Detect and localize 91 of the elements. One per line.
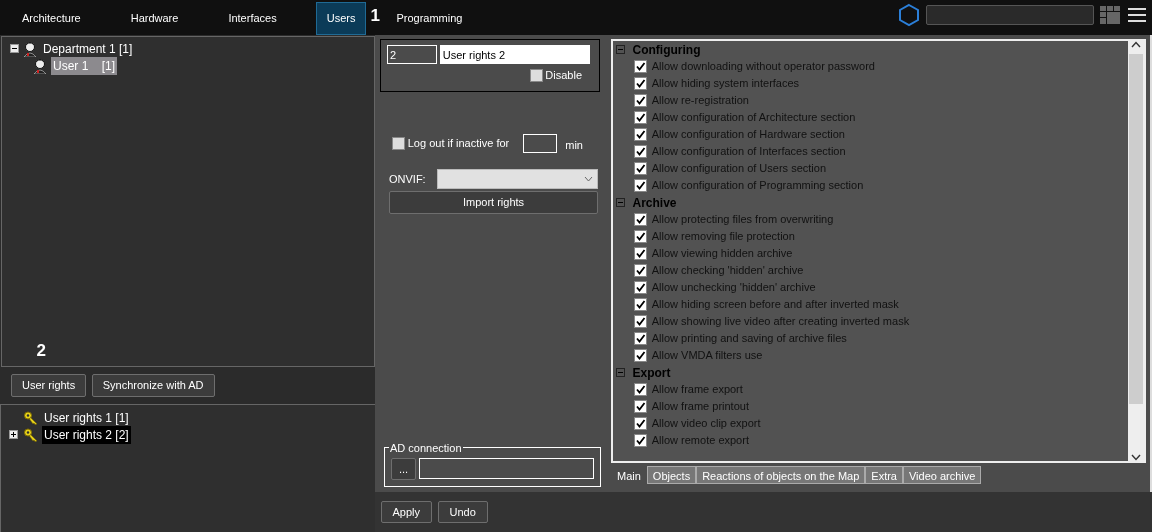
action-button[interactable]: Undo [437, 500, 488, 524]
permission-label: Allow configuration of Programming section [651, 178, 864, 194]
permission-label: Allow configuration of Users section [651, 161, 826, 177]
minutes-field[interactable] [523, 134, 557, 154]
permission-label: Allow configuration of Interfaces section [651, 144, 846, 160]
permission-checkbox[interactable] [633, 162, 647, 175]
permission-label: Allow removing file protection [651, 229, 795, 245]
permission-checkbox[interactable] [633, 111, 647, 124]
grid-icon[interactable] [1099, 4, 1121, 25]
tree-item[interactable]: User rights 1 [1] [42, 408, 131, 427]
annotation-number: 1 [370, 4, 380, 27]
permission-label: Allow VMDA filters use [651, 348, 763, 364]
permission-label: Allow re-registration [651, 93, 749, 109]
expander-icon[interactable] [10, 44, 19, 53]
permission-checkbox[interactable] [633, 264, 647, 277]
scroll-up-icon[interactable] [1131, 41, 1141, 48]
name-field[interactable]: User rights 2 [439, 45, 590, 64]
tree-item[interactable]: Department 1 [1] [41, 39, 135, 58]
permission-label: Allow frame printout [651, 399, 749, 415]
permission-label: Allow hiding screen before and after inverted mask [651, 297, 899, 313]
scroll-down-icon[interactable] [1131, 454, 1141, 461]
toolbar-button[interactable]: Synchronize with AD [91, 374, 215, 397]
permission-label: Allow printing and saving of archive files [651, 331, 847, 347]
checkbox-label: Log out if inactive for [407, 136, 510, 152]
group-heading: Configuring [632, 41, 701, 59]
permission-label: Allow downloading without operator password [651, 59, 875, 75]
user-icon [32, 57, 48, 74]
id-field[interactable]: 2 [387, 45, 437, 64]
group-heading: Archive [632, 194, 677, 212]
unit-label: min [565, 137, 583, 153]
menu-icon[interactable] [1126, 5, 1147, 24]
tree-item[interactable]: User rights 2 [2] [42, 425, 131, 444]
browse-button[interactable]: ... [391, 457, 417, 480]
permission-checkbox[interactable] [633, 60, 647, 73]
permission-label: Allow checking 'hidden' archive [651, 263, 804, 279]
permission-checkbox[interactable] [633, 298, 647, 311]
permission-label: Allow showing live video after creating inverted mask [651, 314, 910, 330]
permission-checkbox[interactable] [633, 434, 647, 447]
permission-label: Allow configuration of Architecture section [651, 110, 856, 126]
disable-checkbox[interactable] [529, 68, 543, 82]
key-icon [23, 427, 39, 442]
nav-tab[interactable]: Users [315, 2, 367, 35]
field-label: ONVIF: [389, 172, 426, 187]
logout-checkbox[interactable] [392, 137, 405, 151]
action-button[interactable]: Apply [380, 500, 433, 524]
permission-label: Allow remote export [651, 433, 749, 449]
permission-checkbox[interactable] [633, 417, 647, 430]
nav-tab[interactable]: Architecture [11, 2, 92, 35]
permission-checkbox[interactable] [633, 94, 647, 107]
chevron-down-icon [584, 176, 593, 183]
permission-checkbox[interactable] [633, 400, 647, 413]
permission-checkbox[interactable] [633, 332, 647, 345]
nav-tab[interactable]: Interfaces [217, 2, 288, 35]
permission-label: Allow unchecking 'hidden' archive [651, 280, 816, 296]
import-button[interactable]: Import rights [389, 191, 598, 214]
permission-checkbox[interactable] [633, 213, 647, 226]
tab[interactable]: Reactions of objects on the Map [696, 465, 866, 484]
annotation-number: 2 [35, 339, 46, 362]
key-icon [23, 410, 39, 425]
permission-checkbox[interactable] [633, 349, 647, 362]
onvif-dropdown[interactable] [436, 169, 598, 190]
permission-checkbox[interactable] [633, 77, 647, 90]
ad-field[interactable] [418, 457, 594, 479]
user-icon [22, 40, 38, 57]
permission-label: Allow frame export [651, 382, 743, 398]
toolbar-button[interactable]: User rights [11, 374, 87, 397]
permission-checkbox[interactable] [633, 128, 647, 141]
tab[interactable]: Objects [646, 465, 697, 484]
checkbox-label: Disable [545, 67, 582, 83]
permission-label: Allow protecting files from overwriting [651, 212, 834, 228]
permission-label: Allow hiding system interfaces [651, 76, 800, 92]
permission-checkbox[interactable] [633, 247, 647, 260]
permission-label: Allow video clip export [651, 416, 761, 432]
hexagon-icon[interactable] [898, 2, 920, 27]
nav-tab[interactable]: Hardware [119, 2, 190, 35]
permission-checkbox[interactable] [633, 383, 647, 396]
permission-label: Allow configuration of Hardware section [651, 127, 845, 143]
group-heading: Export [632, 364, 671, 382]
search-field[interactable] [925, 4, 1094, 25]
permission-checkbox[interactable] [633, 230, 647, 243]
nav-tab[interactable]: Programming [385, 2, 474, 35]
tab[interactable]: Video archive [903, 465, 982, 484]
expander-icon[interactable] [9, 430, 18, 439]
tab[interactable]: Main [611, 465, 647, 484]
scrollbar-thumb[interactable] [1129, 54, 1143, 404]
permission-checkbox[interactable] [633, 145, 647, 158]
permission-label: Allow viewing hidden archive [651, 246, 793, 262]
permission-checkbox[interactable] [633, 179, 647, 192]
permission-checkbox[interactable] [633, 315, 647, 328]
tab[interactable]: Extra [865, 465, 903, 484]
permission-checkbox[interactable] [633, 281, 647, 294]
